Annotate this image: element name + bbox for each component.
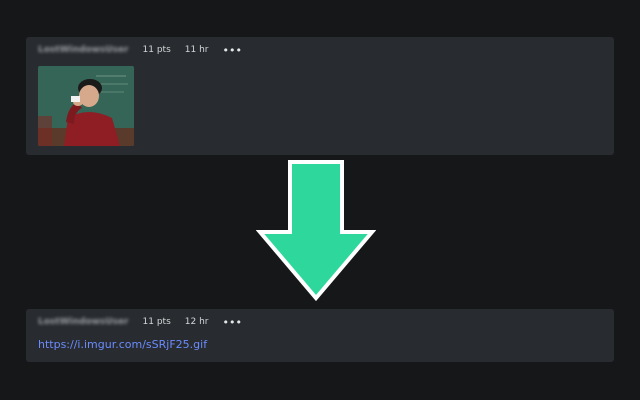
- page: LostWindowsUser 11 pts 11 hr ••• LostWin…: [0, 0, 640, 400]
- gif-image: [38, 66, 134, 146]
- post-age: 12 hr: [184, 317, 209, 327]
- more-options-icon[interactable]: •••: [222, 45, 241, 56]
- gif-link[interactable]: https://i.imgur.com/sSRjF25.gif: [38, 338, 207, 351]
- down-arrow-icon: [256, 160, 376, 302]
- more-options-icon[interactable]: •••: [222, 317, 241, 328]
- post-age: 11 hr: [184, 45, 209, 55]
- embedded-gif-thumbnail[interactable]: [38, 66, 134, 146]
- points-count: 11 pts: [142, 45, 171, 55]
- points-count: 11 pts: [142, 317, 171, 327]
- username[interactable]: LostWindowsUser: [38, 317, 129, 327]
- post-card-embedded: LostWindowsUser 11 pts 11 hr •••: [26, 37, 614, 155]
- post-meta: LostWindowsUser 11 pts 11 hr •••: [38, 43, 242, 57]
- post-meta: LostWindowsUser 11 pts 12 hr •••: [38, 315, 242, 329]
- post-card-link: LostWindowsUser 11 pts 12 hr ••• https:/…: [26, 309, 614, 362]
- username[interactable]: LostWindowsUser: [38, 45, 129, 55]
